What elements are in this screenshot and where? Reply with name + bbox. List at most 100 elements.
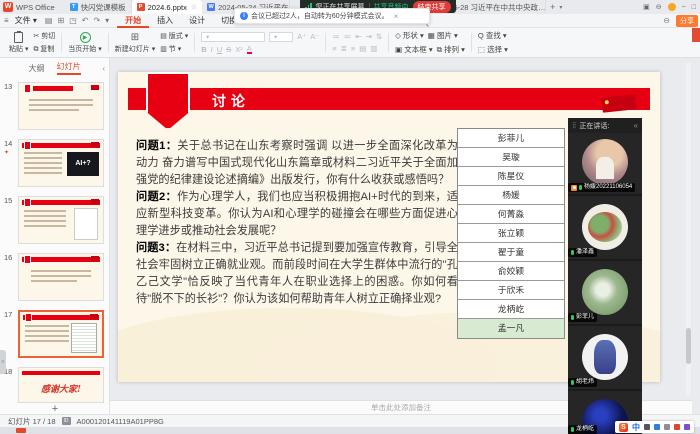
ime-keyboard-icon[interactable] (664, 424, 670, 430)
restore-tab-icon[interactable]: ▣ (643, 3, 650, 11)
tab-design[interactable]: 设计 (181, 14, 213, 28)
participant-tile[interactable]: 潘泽鑫 (568, 198, 642, 261)
slide-thumb-13[interactable]: 13 (0, 80, 110, 134)
ribbon-right-accent (692, 28, 700, 42)
tab-current-pptx[interactable]: P 2024.6.pptx ☆ (132, 0, 202, 14)
strikethrough-button[interactable]: S (226, 45, 231, 54)
slide-thumb-14[interactable]: 14 ✦ AI+? (0, 137, 110, 191)
participant-tile[interactable]: 胡老炜 (568, 328, 642, 391)
ime-skin-icon[interactable] (674, 424, 680, 430)
font-name-select[interactable]: ▾ (201, 32, 265, 42)
chevron-down-icon[interactable]: ▾ (105, 16, 109, 25)
undo-icon[interactable]: ↶ (82, 16, 89, 25)
tab-template[interactable]: T 快闪党课模板 (65, 0, 132, 14)
avatar (582, 334, 628, 380)
play-from-current-button[interactable]: ▶ 当页开始 ▾ (68, 32, 101, 54)
settings-icon[interactable]: ⊖ (656, 3, 662, 11)
columns-icon[interactable]: ▥ (370, 44, 377, 53)
slide-thumb-16[interactable]: 16 (0, 251, 110, 305)
sogou-logo-icon[interactable]: S (619, 423, 628, 432)
scrollbar-thumb[interactable] (686, 328, 691, 364)
layout-button[interactable]: ▤ 版式 ▾ (160, 31, 188, 41)
menubar-right: ⊖ 分享 (663, 15, 700, 27)
participant-tile[interactable]: 杨媛20221106054 (568, 133, 642, 196)
video-panel-header[interactable]: ⣿ 正在讲话: « (568, 118, 642, 133)
slide-thumb-17-current[interactable]: 17 (0, 308, 110, 362)
font-size-select[interactable]: ▾ (269, 32, 293, 42)
preview-icon[interactable]: ◳ (69, 16, 77, 25)
title-banner (128, 88, 650, 110)
participant-name: 彭菲儿 (576, 313, 594, 322)
share-button[interactable]: 分享 (676, 15, 698, 27)
collapse-panel-icon[interactable]: « (634, 121, 638, 130)
slide-preview (18, 82, 104, 130)
question-1: 问题1：关于总书记在山东考察时强调 以进一步全面深化改革为动力 奋力谱写中国式现… (136, 138, 458, 189)
picture-button[interactable]: ▦ 图片 ▾ (428, 30, 458, 41)
bold-button[interactable]: B (201, 45, 206, 54)
line-spacing-icon[interactable]: ⇅ (376, 32, 382, 41)
speaking-label: 正在讲话: (579, 121, 609, 131)
ime-toolbar[interactable]: S 中 (615, 421, 694, 433)
user-avatar[interactable] (668, 3, 676, 11)
ime-lang-indicator[interactable]: 中 (632, 422, 640, 433)
slide-counter: 幻灯片 17 / 18 (8, 416, 56, 427)
file-menu[interactable]: 文件 ▾ (15, 15, 37, 26)
copy-button[interactable]: ⧉ 复制 (33, 44, 55, 54)
tab-list-chevron-icon[interactable]: ▾ (559, 4, 562, 11)
minimize-icon[interactable]: − (682, 4, 686, 11)
participant-name-tag: 胡老炜 (568, 378, 597, 387)
animation-star-icon: ✦ (4, 149, 9, 156)
tab-pin-icon[interactable]: ☆ (191, 3, 197, 11)
save-icon[interactable]: ▤ (45, 16, 53, 25)
ime-pen-icon[interactable] (644, 424, 650, 430)
find-button[interactable]: Q 查找 ▾ (478, 30, 507, 41)
bullets-icon[interactable]: ≔ (332, 32, 340, 41)
new-slide-button[interactable]: ⊞ 新建幻灯片 ▾ (115, 32, 155, 54)
slide-title: 讨论 (212, 91, 250, 111)
quick-access-toolbar: ▤ ⊞ ◳ ↶ ↷ ▾ (45, 16, 109, 25)
cut-button[interactable]: ✂ 剪切 (33, 31, 55, 41)
font-color-button[interactable]: A (247, 45, 252, 54)
participant-name-tag: 潘泽鑫 (568, 248, 597, 257)
info-icon: i (240, 12, 248, 20)
arrange-button[interactable]: ⧉ 排列 ▾ (437, 44, 465, 55)
tab-slides[interactable]: 幻灯片 (57, 61, 81, 75)
participant-tile[interactable]: 彭菲儿 (568, 263, 642, 326)
indent-right-icon[interactable]: ⇥ (365, 32, 371, 41)
align-center-icon[interactable]: ≣ (341, 44, 347, 53)
ime-mic-icon[interactable] (654, 424, 660, 430)
ime-toolbox-icon[interactable] (684, 424, 690, 430)
table-row: 翟于童 (458, 243, 564, 262)
section-button[interactable]: ▥ 节 ▾ (160, 44, 188, 54)
drag-grip-icon[interactable]: ⣿ (572, 122, 576, 129)
slide-thumb-15[interactable]: 15 (0, 194, 110, 248)
indent-left-icon[interactable]: ⇤ (355, 32, 361, 41)
tab-home[interactable]: 开始 (117, 14, 149, 28)
toast-close-icon[interactable]: × (394, 12, 399, 21)
justify-icon[interactable]: ▤ (359, 44, 366, 53)
select-button[interactable]: ⬚ 选择 ▾ (478, 44, 508, 55)
numbering-icon[interactable]: ≕ (344, 32, 352, 41)
textbox-button[interactable]: ▣ 文本框 ▾ (395, 44, 433, 55)
paste-button[interactable]: 粘贴 ▾ (9, 32, 28, 54)
tab-label: 2024.6.pptx (148, 3, 187, 12)
grow-font-icon[interactable]: A⁺ (297, 32, 306, 41)
align-right-icon[interactable]: ≡ (351, 44, 355, 53)
panel-resize-handle[interactable]: ≡ (0, 350, 6, 374)
new-tab-button[interactable]: + (546, 2, 559, 12)
superscript-button[interactable]: X² (235, 45, 243, 54)
taskbar-app-icon[interactable] (16, 428, 26, 433)
italic-button[interactable]: I (211, 45, 213, 54)
shapes-button[interactable]: ◇ 形状 ▾ (395, 30, 424, 41)
underline-button[interactable]: U (217, 45, 222, 54)
shrink-font-icon[interactable]: A⁻ (310, 32, 319, 41)
redo-icon[interactable]: ↷ (93, 16, 100, 25)
align-left-icon[interactable]: ≡ (332, 44, 336, 53)
tab-outline[interactable]: 大纲 (29, 63, 45, 74)
maximize-icon[interactable]: □ (692, 4, 696, 11)
tab-insert[interactable]: 插入 (149, 14, 181, 28)
hamburger-icon[interactable]: ≡ (4, 16, 9, 25)
print-icon[interactable]: ⊞ (57, 16, 64, 25)
collapse-panel-icon[interactable]: ‹ (102, 64, 105, 73)
collapse-ribbon-icon[interactable]: ⊖ (663, 16, 670, 25)
